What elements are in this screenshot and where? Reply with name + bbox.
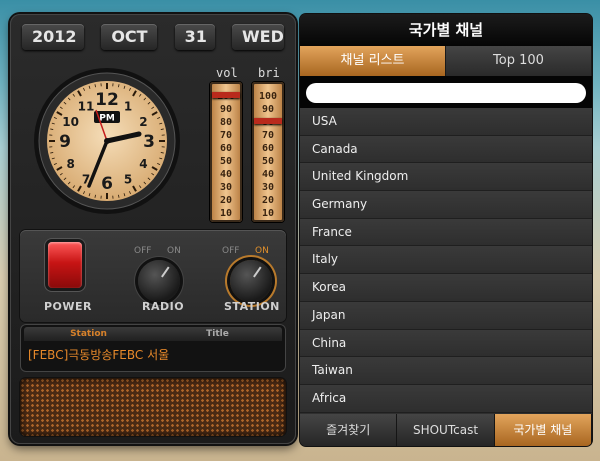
list-item[interactable]: Japan [300, 301, 592, 330]
volume-tick: 80 [219, 117, 233, 128]
brightness-tick: 60 [261, 143, 275, 154]
clock-number: 4 [139, 157, 147, 171]
brightness-meter[interactable]: 100908070605040302010 [252, 82, 284, 222]
speaker-grille [20, 378, 286, 436]
list-item[interactable]: Africa [300, 384, 592, 413]
tab-favorites[interactable]: 즐겨찾기 [300, 414, 398, 446]
list-item[interactable]: Canada [300, 135, 592, 164]
search-bar [300, 76, 592, 108]
radio-on-label: ON [167, 246, 181, 256]
list-item[interactable]: Italy [300, 246, 592, 275]
clock-number: 6 [101, 174, 113, 194]
list-item[interactable]: Germany [300, 191, 592, 219]
power-button[interactable] [48, 242, 82, 288]
vol-label: vol [216, 66, 238, 80]
volume-tick: 40 [219, 169, 233, 180]
tab-channel-list[interactable]: 채널 리스트 [300, 46, 446, 76]
list-item[interactable]: China [300, 329, 592, 358]
brightness-tick: 30 [261, 182, 275, 193]
volume-marker[interactable] [212, 92, 240, 98]
date-year: 2012 [22, 24, 84, 50]
brightness-tick: 100 [258, 91, 278, 102]
power-label: POWER [44, 300, 93, 313]
clock-number: 1 [124, 100, 132, 114]
station-label: STATION [224, 300, 280, 313]
station-knob[interactable] [230, 260, 272, 302]
channel-panel: 국가별 채널 채널 리스트 Top 100 USA Canada United Ki… [300, 14, 592, 446]
clock-number: 11 [78, 100, 95, 114]
volume-tick: 30 [219, 182, 233, 193]
meters: vol bri 100908070605040302010 1009080706… [206, 66, 286, 226]
list-item[interactable]: United Kingdom [300, 163, 592, 192]
date-day: 31 [174, 24, 215, 50]
ampm-label: PM [99, 114, 115, 124]
volume-tick: 90 [219, 104, 233, 115]
list-item[interactable]: USA [300, 108, 592, 136]
volume-tick: 70 [219, 130, 233, 141]
volume-tick: 50 [219, 156, 233, 167]
brightness-marker[interactable] [254, 118, 282, 124]
clock-face: 12 1234567891011 PM [34, 68, 180, 214]
search-input[interactable] [306, 83, 586, 103]
clock-number: 12 [95, 90, 119, 110]
country-list: USA Canada United Kingdom Germany France Ital… [300, 108, 592, 413]
title-tab[interactable]: Title [153, 327, 282, 341]
volume-tick: 20 [219, 195, 233, 206]
clock-number: 10 [62, 115, 79, 129]
bottom-tab-bar: 즐겨찾기 SHOUTcast 국가별 채널 [300, 414, 592, 446]
brightness-tick: 90 [261, 104, 275, 115]
radio-knob[interactable] [138, 260, 180, 302]
brightness-tick: 20 [261, 195, 275, 206]
tab-country-channels[interactable]: 국가별 채널 [494, 414, 592, 446]
panel-title: 국가별 채널 [300, 14, 592, 46]
now-playing-text: [FEBC]극동방송FEBC 서울 [28, 348, 170, 362]
station-off-label: OFF [222, 246, 240, 256]
list-item[interactable]: Taiwan [300, 357, 592, 385]
tab-top-100[interactable]: Top 100 [446, 46, 592, 76]
clock-number: 5 [124, 172, 132, 186]
radio-label: RADIO [142, 300, 185, 313]
radio-device: 2012 OCT 31 WED 12 1 2 3 4 5 6 7 8 9 10 11 PM [10, 14, 296, 444]
volume-tick: 60 [219, 143, 233, 154]
station-on-label: ON [255, 246, 269, 256]
brightness-tick: 50 [261, 156, 275, 167]
clock-number: 8 [66, 157, 74, 171]
brightness-tick: 40 [261, 169, 275, 180]
list-item[interactable]: Korea [300, 274, 592, 302]
clock-number: 3 [143, 132, 155, 152]
now-playing-display: Station Title [FEBC]극동방송FEBC 서울 [20, 324, 286, 372]
panel-tabs: 채널 리스트 Top 100 [300, 46, 592, 76]
date-month: OCT [101, 24, 158, 50]
date-weekday: WED [231, 24, 284, 50]
tab-shoutcast[interactable]: SHOUTcast [397, 414, 495, 446]
control-panel: POWER OFF ON RADIO OFF ON STATION [20, 230, 286, 322]
analog-clock: 12 1 2 3 4 5 6 7 8 9 10 11 PM [32, 66, 182, 216]
volume-meter[interactable]: 100908070605040302010 [210, 82, 242, 222]
volume-tick: 10 [219, 208, 233, 219]
brightness-tick: 70 [261, 130, 275, 141]
brightness-tick: 10 [261, 208, 275, 219]
bri-label: bri [258, 66, 280, 80]
station-tab[interactable]: Station [24, 327, 153, 341]
list-item[interactable]: France [300, 218, 592, 247]
date-display: 2012 OCT 31 WED [22, 24, 284, 52]
radio-off-label: OFF [134, 246, 152, 256]
clock-number: 9 [59, 132, 71, 152]
clock-number: 2 [139, 115, 147, 129]
